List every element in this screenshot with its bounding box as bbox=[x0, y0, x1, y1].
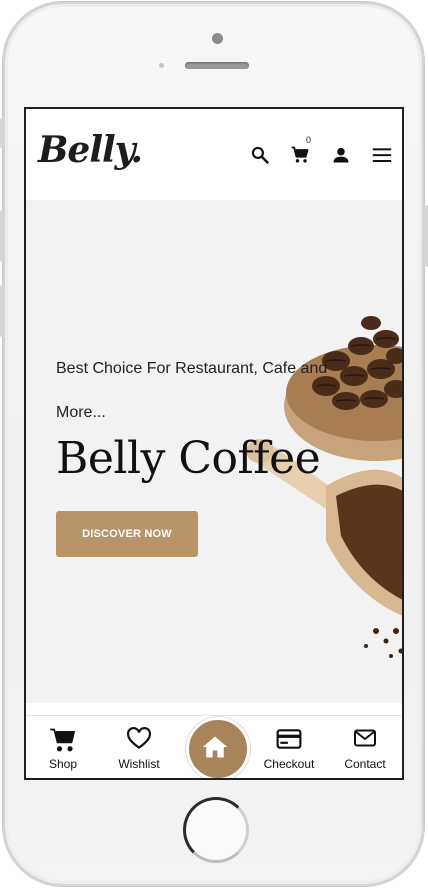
heart-icon bbox=[127, 726, 151, 749]
nav-label-wishlist: Wishlist bbox=[118, 757, 160, 771]
nav-item-wishlist[interactable]: Wishlist bbox=[104, 716, 174, 778]
front-camera bbox=[212, 33, 223, 44]
nav-label-checkout: Checkout bbox=[263, 757, 315, 771]
hero-subtitle: Best Choice For Restaurant, Cafe and bbox=[56, 360, 328, 377]
nav-item-shop[interactable]: Shop bbox=[28, 716, 98, 778]
app-screen: Belly. 0 Best Choice For Restaurant, Caf… bbox=[24, 107, 404, 780]
content-divider bbox=[26, 703, 402, 711]
hero-more-text: More... bbox=[56, 404, 106, 421]
coffee-beans-image bbox=[246, 316, 402, 658]
hero-banner: Best Choice For Restaurant, Cafe and Mor… bbox=[26, 201, 402, 703]
app-header: Belly. 0 bbox=[26, 109, 402, 201]
mail-icon bbox=[354, 729, 376, 747]
power-button bbox=[424, 205, 428, 267]
earpiece-speaker bbox=[185, 62, 249, 69]
home-icon bbox=[202, 736, 228, 758]
home-button[interactable] bbox=[186, 717, 250, 778]
search-icon[interactable] bbox=[250, 145, 270, 165]
nav-label-contact: Contact bbox=[344, 757, 386, 771]
hero-title: Belly Coffee bbox=[56, 433, 321, 484]
discover-now-button[interactable]: DISCOVER NOW bbox=[56, 511, 198, 557]
cart-icon[interactable] bbox=[290, 145, 310, 165]
volume-down-button bbox=[0, 285, 4, 337]
cart-count-badge: 0 bbox=[306, 135, 312, 145]
proximity-sensor bbox=[159, 63, 164, 68]
device-home-button[interactable] bbox=[183, 797, 249, 863]
brand-logo[interactable]: Belly. bbox=[38, 129, 143, 171]
nav-label-shop: Shop bbox=[48, 757, 78, 771]
cart-icon bbox=[50, 728, 75, 752]
user-icon[interactable] bbox=[331, 145, 351, 165]
nav-item-contact[interactable]: Contact bbox=[330, 716, 400, 778]
menu-icon[interactable] bbox=[371, 145, 393, 165]
volume-up-button bbox=[0, 210, 4, 262]
credit-card-icon bbox=[276, 729, 302, 749]
nav-item-checkout[interactable]: Checkout bbox=[254, 716, 324, 778]
mute-switch bbox=[0, 118, 4, 148]
